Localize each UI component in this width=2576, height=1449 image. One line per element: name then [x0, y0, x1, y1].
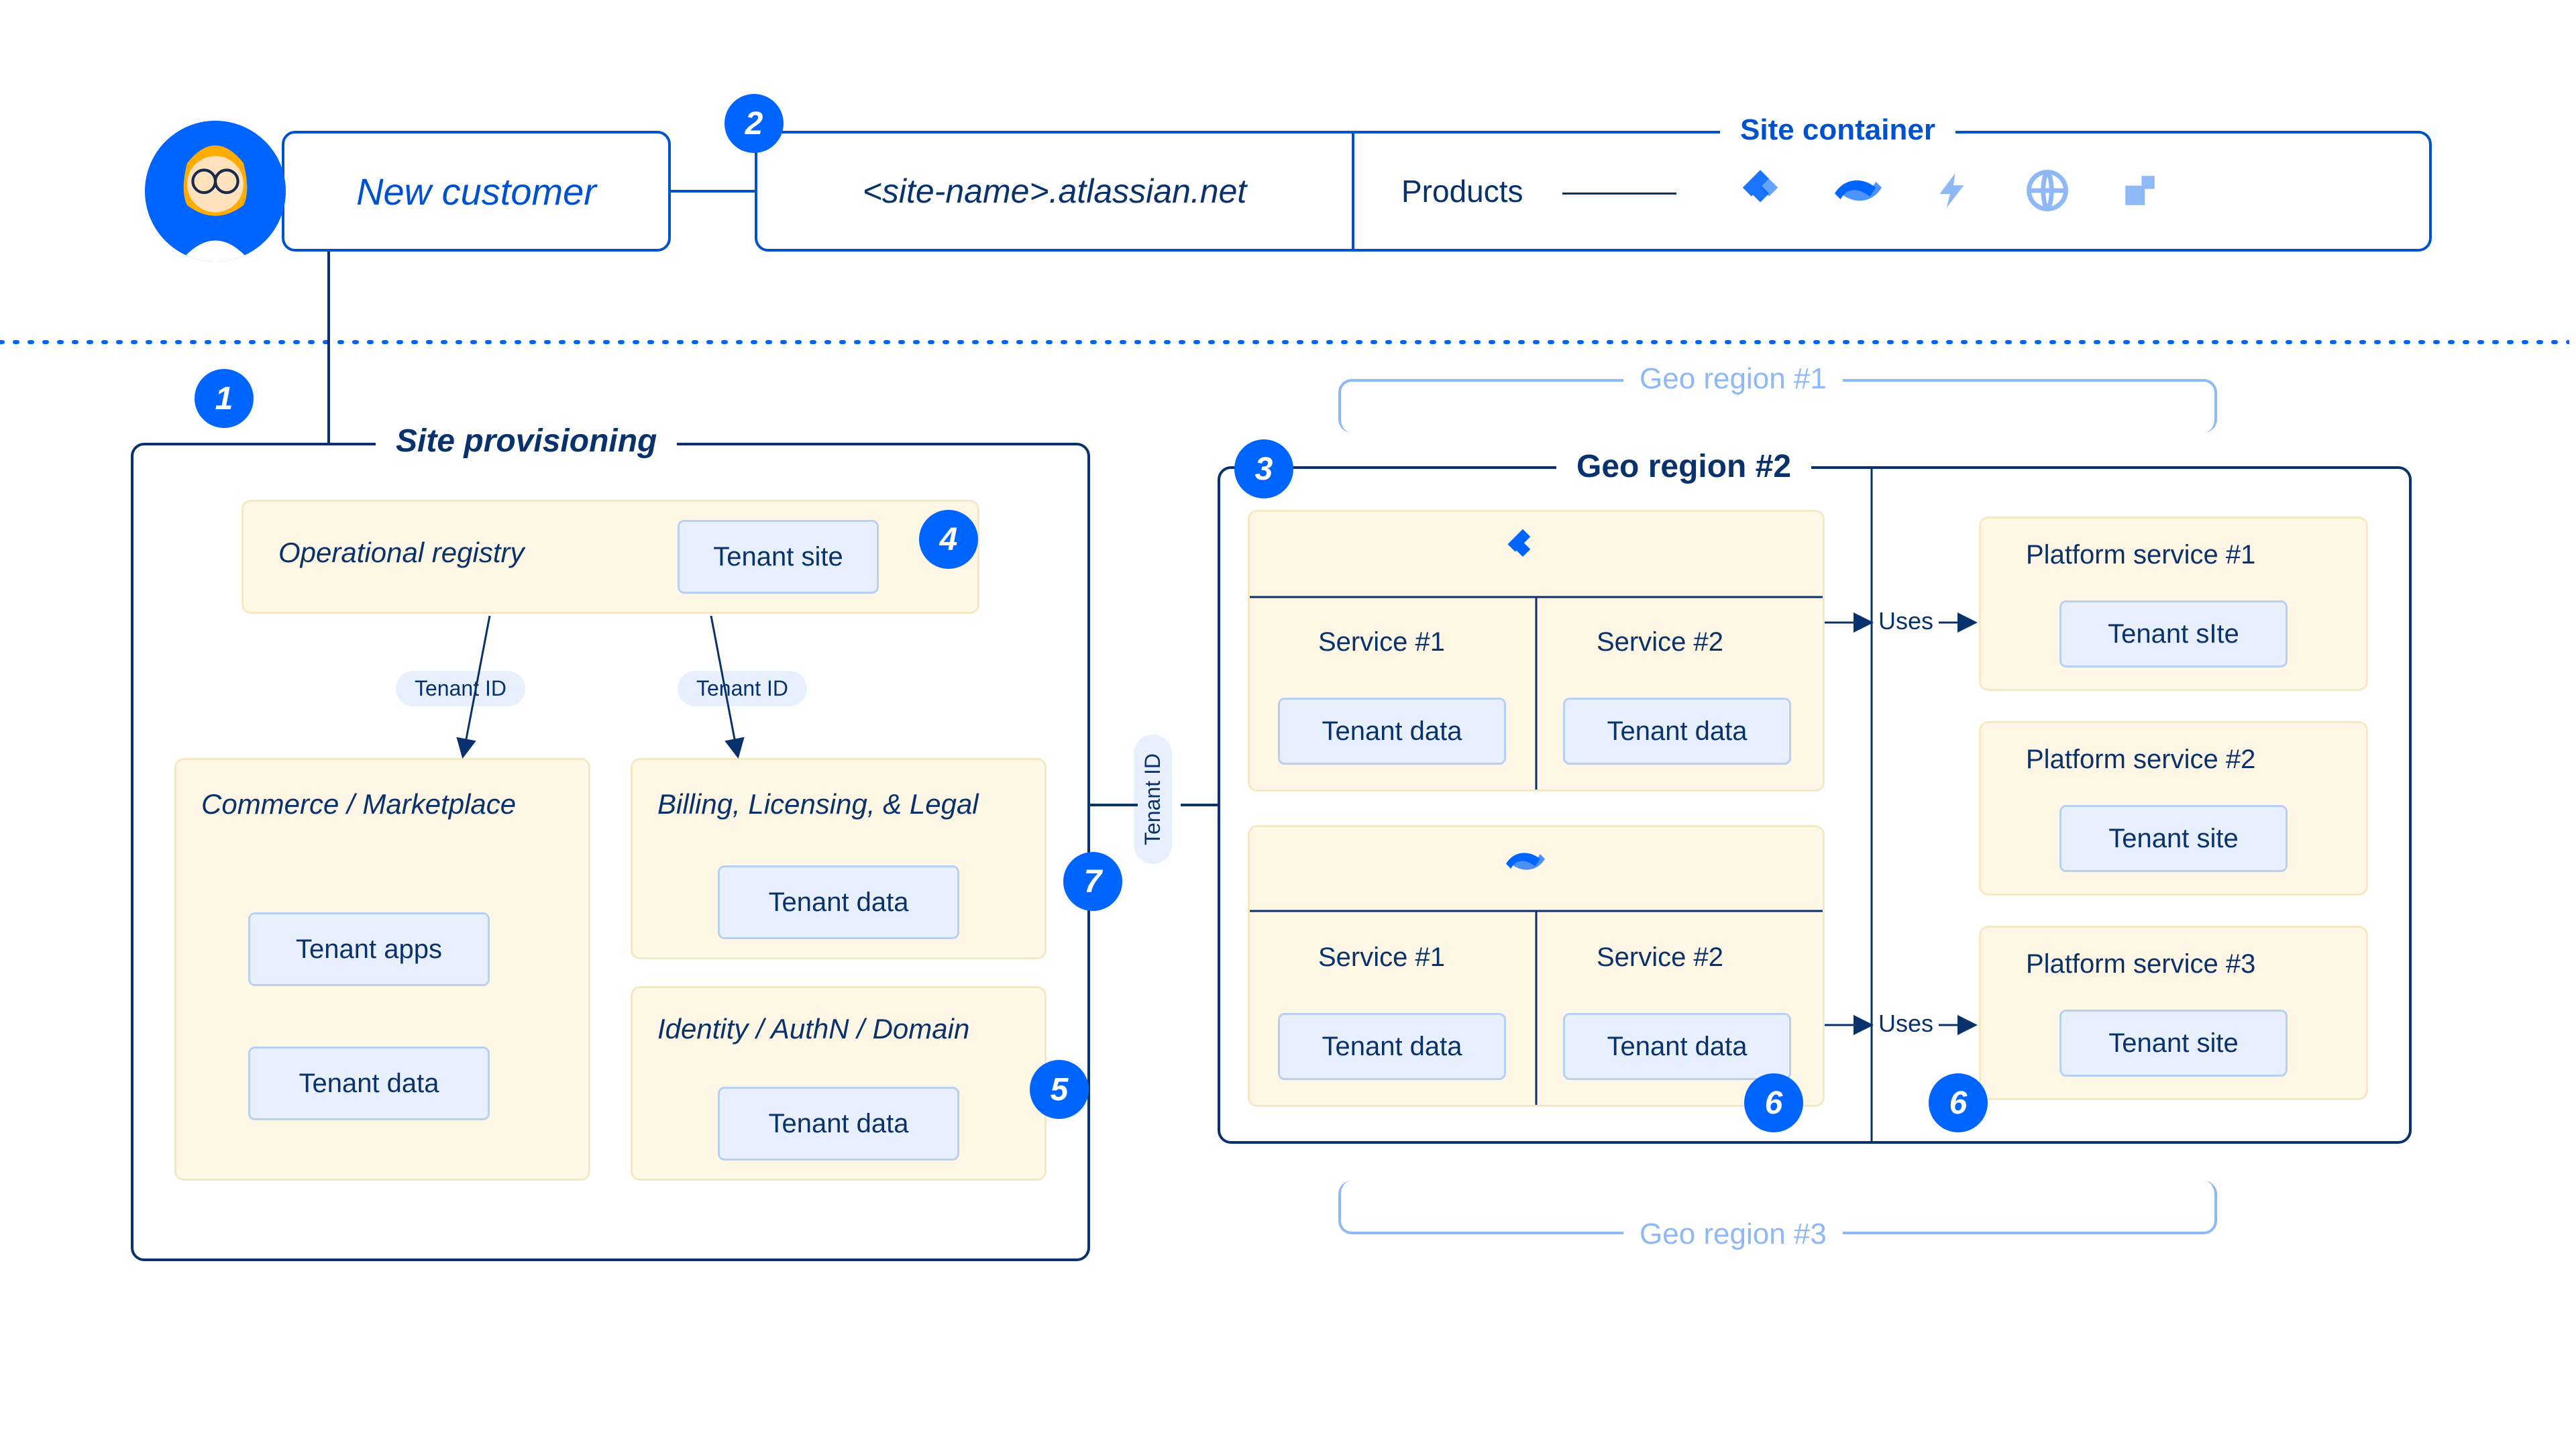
badge-6b: 6 — [1929, 1073, 1988, 1132]
badge-3: 3 — [1234, 439, 1293, 498]
uses-label-2: Uses — [1878, 1010, 1933, 1038]
uses-label-1: Uses — [1878, 607, 1933, 635]
tenant-id-pill-left: Tenant ID — [396, 671, 525, 706]
badge-1: 1 — [195, 369, 254, 428]
tenant-id-connector-pill: Tenant ID — [1134, 735, 1172, 864]
badge-5: 5 — [1030, 1060, 1089, 1119]
expand-icon — [2121, 171, 2159, 210]
operational-registry-label: Operational registry — [278, 537, 525, 569]
geo-jira-service2: Service #2 — [1597, 627, 1723, 657]
geo-jira-data1: Tenant data — [1278, 698, 1506, 765]
jira-icon-small — [1503, 527, 1543, 570]
geo-conf-service1: Service #1 — [1318, 943, 1445, 973]
billing-label: Billing, Licensing, & Legal — [657, 788, 979, 820]
jira-icon — [1737, 167, 1784, 214]
site-container-label: Site container — [1720, 113, 1955, 147]
tenant-data-identity-chip: Tenant data — [718, 1087, 959, 1161]
identity-label: Identity / AuthN / Domain — [657, 1013, 969, 1045]
commerce-label: Commerce / Marketplace — [201, 788, 516, 820]
badge-7: 7 — [1063, 852, 1122, 911]
geo-region-3-label: Geo region #3 — [1623, 1218, 1843, 1251]
badge-2: 2 — [724, 94, 784, 153]
badge-4: 4 — [919, 510, 978, 569]
site-url: <site-name>.atlassian.net — [757, 133, 1354, 249]
geo-region-2-title: Geo region #2 — [1556, 448, 1811, 485]
platform-1-label: Platform service #1 — [2026, 540, 2255, 570]
platform-2-label: Platform service #2 — [2026, 745, 2255, 775]
site-provisioning-title: Site provisioning — [376, 423, 677, 460]
products-label: Products — [1401, 133, 1523, 249]
customer-avatar — [145, 121, 286, 262]
geo-region-1-label: Geo region #1 — [1623, 362, 1843, 396]
geo-jira-service1: Service #1 — [1318, 627, 1445, 657]
platform-1-chip: Tenant sIte — [2059, 600, 2288, 667]
new-customer-box: New customer — [282, 131, 671, 252]
tenant-site-chip: Tenant site — [678, 520, 879, 594]
geo-conf-service2: Service #2 — [1597, 943, 1723, 973]
geo-jira-data2: Tenant data — [1563, 698, 1791, 765]
tenant-data-commerce-chip: Tenant data — [248, 1046, 490, 1120]
confluence-icon — [1835, 167, 1882, 214]
geo-conf-data1: Tenant data — [1278, 1013, 1506, 1080]
tenant-apps-chip: Tenant apps — [248, 912, 490, 986]
platform-3-label: Platform service #3 — [2026, 949, 2255, 979]
site-container-box: <site-name>.atlassian.net Site container… — [755, 131, 2432, 252]
geo-conf-data2: Tenant data — [1563, 1013, 1791, 1080]
badge-6a: 6 — [1744, 1073, 1803, 1132]
confluence-icon-small — [1506, 842, 1545, 884]
tenant-data-billing-chip: Tenant data — [718, 865, 959, 939]
platform-3-chip: Tenant site — [2059, 1010, 2288, 1077]
new-customer-label: New customer — [356, 170, 596, 213]
product-icons — [1737, 167, 2159, 214]
globe-icon — [2025, 168, 2070, 213]
lightning-icon — [1933, 170, 1974, 211]
platform-2-chip: Tenant site — [2059, 805, 2288, 872]
tenant-id-pill-right: Tenant ID — [678, 671, 807, 706]
